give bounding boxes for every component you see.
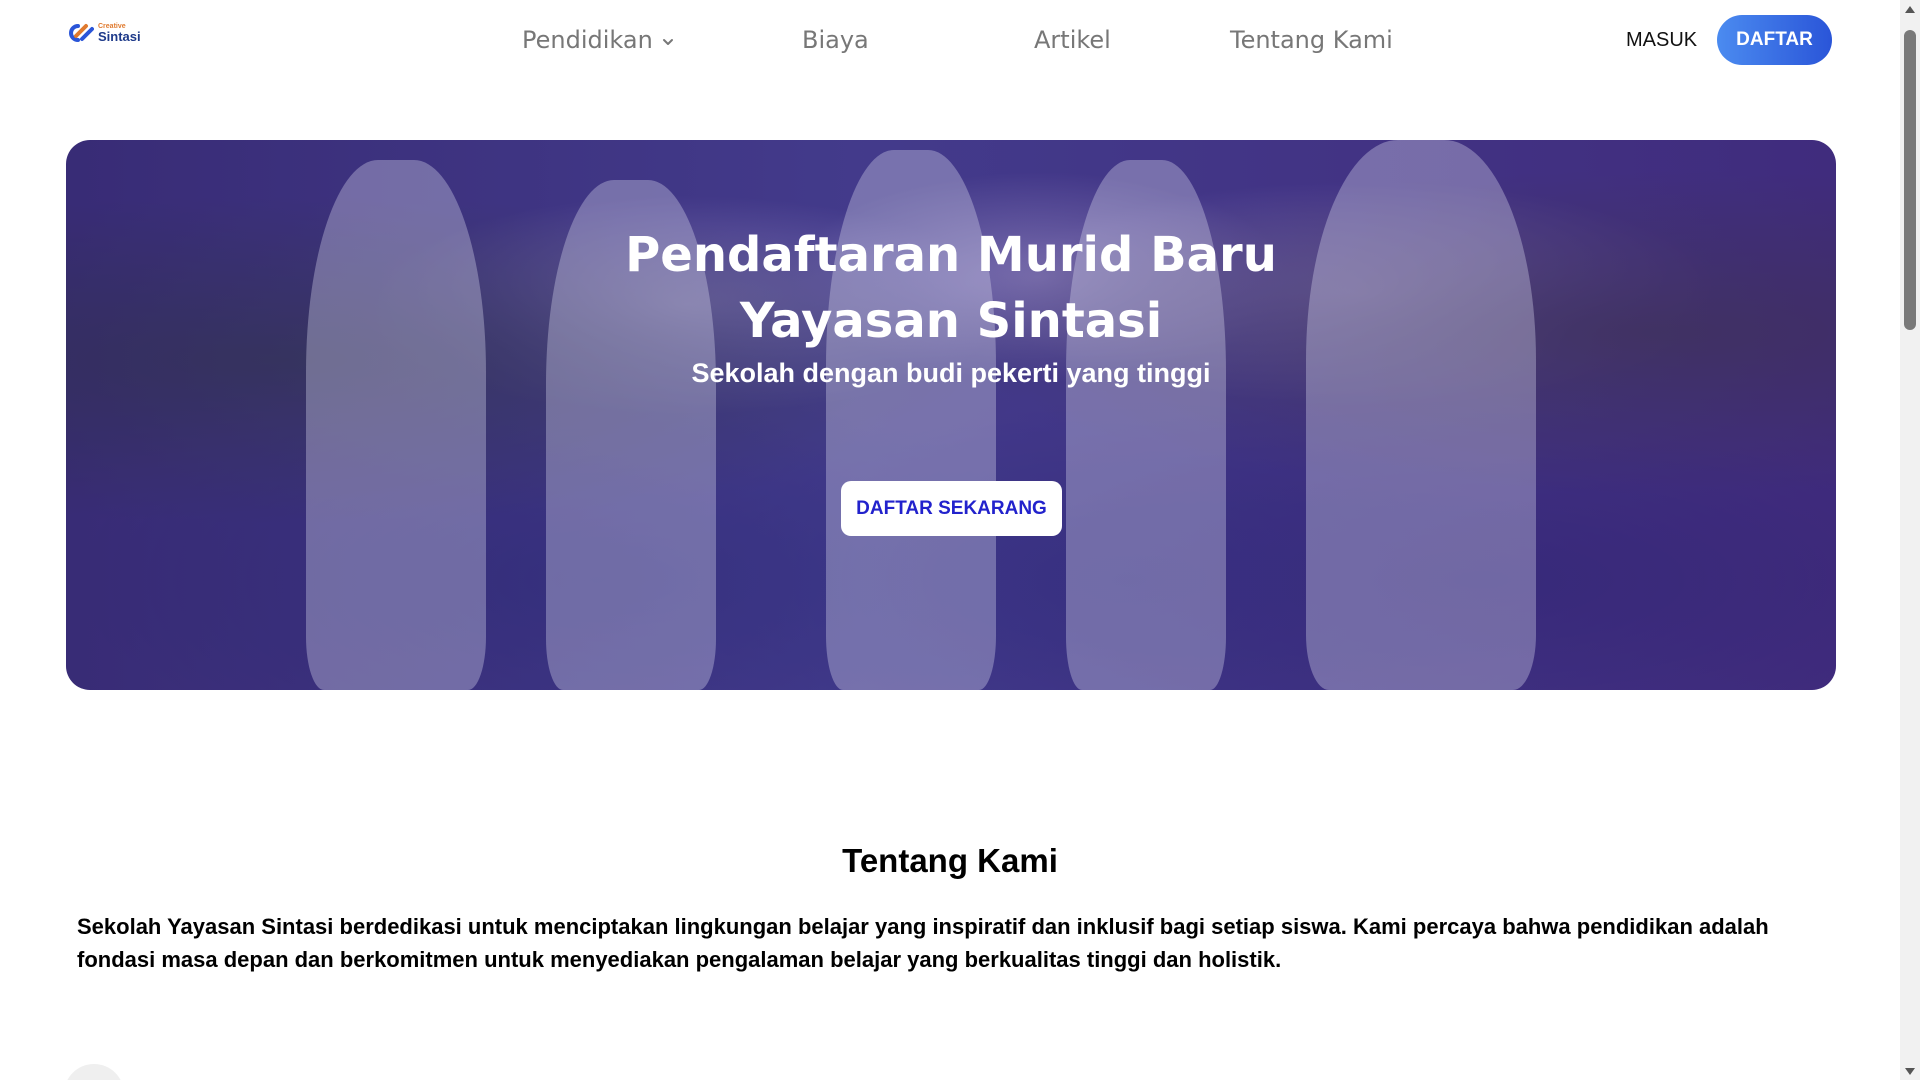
sintasi-logo-icon [69,24,94,42]
nav-item-biaya[interactable]: Biaya [802,22,869,58]
register-now-button[interactable]: DAFTAR SEKARANG [841,481,1062,536]
site-header: Creative Sintasi Pendidikan Biaya Artike… [0,0,1900,80]
page-scrollbar[interactable] [1900,0,1920,1080]
chevron-down-icon [662,39,673,45]
nav-item-artikel[interactable]: Artikel [1034,22,1111,58]
hero-title: Pendaftaran Murid Baru Yayasan Sintasi [66,222,1836,354]
register-button[interactable]: DAFTAR [1717,15,1832,65]
scrollbar-thumb[interactable] [1904,30,1916,330]
login-link[interactable]: MASUK [1626,22,1697,58]
nav-item-tentang-kami[interactable]: Tentang Kami [1230,22,1393,58]
nav-item-pendidikan[interactable]: Pendidikan [522,22,675,58]
about-section-title: Tentang Kami [842,842,1058,879]
hero-banner: Pendaftaran Murid Baru Yayasan Sintasi S… [66,140,1836,690]
about-section-text: Sekolah Yayasan Sintasi berdedikasi untu… [77,914,1769,972]
hero-title-line2: Yayasan Sintasi [739,293,1163,349]
hero-title-line1: Pendaftaran Murid Baru [625,227,1277,283]
scroll-down-arrow-icon[interactable] [1900,1062,1920,1080]
partial-card-avatar [64,1064,124,1080]
brand-name: Sintasi [98,29,141,44]
brand-logo[interactable]: Creative Sintasi [66,22,141,44]
scroll-up-arrow-icon[interactable] [1900,0,1920,18]
hero-subtitle: Sekolah dengan budi pekerti yang tinggi [691,358,1211,388]
nav-item-label: Pendidikan [522,26,653,54]
